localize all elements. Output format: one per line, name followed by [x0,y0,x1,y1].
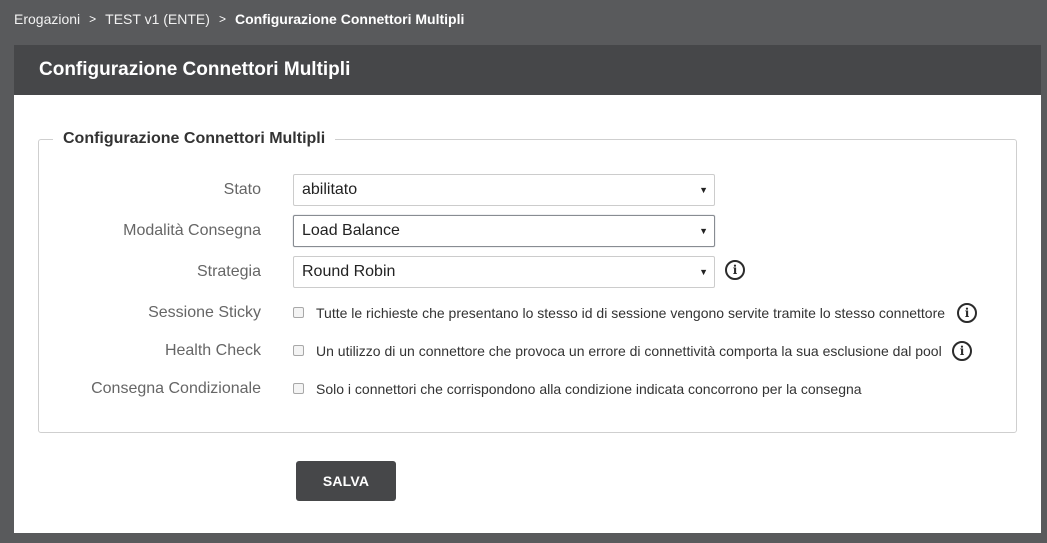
breadcrumb-current: Configurazione Connettori Multipli [234,11,465,27]
strategia-select[interactable]: Round Robin ▼ [293,256,715,288]
chevron-right-icon: > [218,12,226,26]
save-button[interactable]: SALVA [296,461,396,501]
info-icon[interactable]: i [957,303,977,323]
health-check-label: Health Check [164,342,261,359]
consegna-condizionale-row: Consegna Condizionale Solo i connettori … [39,373,1016,405]
breadcrumb-erogazioni[interactable]: Erogazioni [14,11,80,27]
panel-body: Configurazione Connettori Multipli Stato… [14,95,1041,533]
health-check-row: Health Check Un utilizzo di un connettor… [39,335,1016,367]
consegna-condizionale-checkbox[interactable] [293,383,304,394]
page-title: Configurazione Connettori Multipli [39,59,351,80]
sessione-sticky-label: Sessione Sticky [148,304,261,321]
panel-header: Configurazione Connettori Multipli [14,45,1041,95]
consegna-condizionale-label: Consegna Condizionale [91,380,261,397]
sessione-sticky-checkbox[interactable] [293,307,304,318]
strategia-row: Strategia Round Robin ▼ i [39,256,1016,288]
breadcrumb: Erogazioni > TEST v1 (ENTE) > Configuraz… [14,10,464,28]
info-icon[interactable]: i [952,341,972,361]
breadcrumb-test-v1[interactable]: TEST v1 (ENTE) [105,11,210,27]
stato-row: Stato abilitato ▼ [39,174,1016,206]
modalita-row: Modalità Consegna Load Balance ▼ [39,215,1016,247]
modalita-label: Modalità Consegna [123,222,261,239]
config-fieldset: Configurazione Connettori Multipli Stato… [38,130,1017,433]
sessione-sticky-text: Tutte le richieste che presentano lo ste… [316,305,946,321]
fieldset-legend: Configurazione Connettori Multipli [53,130,336,148]
stato-label: Stato [223,181,261,198]
health-check-text: Un utilizzo di un connettore che provoca… [316,343,942,359]
consegna-condizionale-text: Solo i connettori che corrispondono alla… [316,381,862,397]
stato-select[interactable]: abilitato ▼ [293,174,715,206]
caret-down-icon: ▼ [699,226,708,236]
caret-down-icon: ▼ [699,185,708,195]
modalita-value: Load Balance [302,222,400,239]
caret-down-icon: ▼ [699,267,708,277]
info-icon[interactable]: i [725,260,745,280]
sessione-sticky-row: Sessione Sticky Tutte le richieste che p… [39,297,1016,329]
chevron-right-icon: > [89,12,97,26]
strategia-value: Round Robin [302,263,396,280]
modalita-select[interactable]: Load Balance ▼ [293,215,715,247]
health-check-checkbox[interactable] [293,345,304,356]
strategia-label: Strategia [196,263,261,280]
stato-value: abilitato [302,181,358,198]
